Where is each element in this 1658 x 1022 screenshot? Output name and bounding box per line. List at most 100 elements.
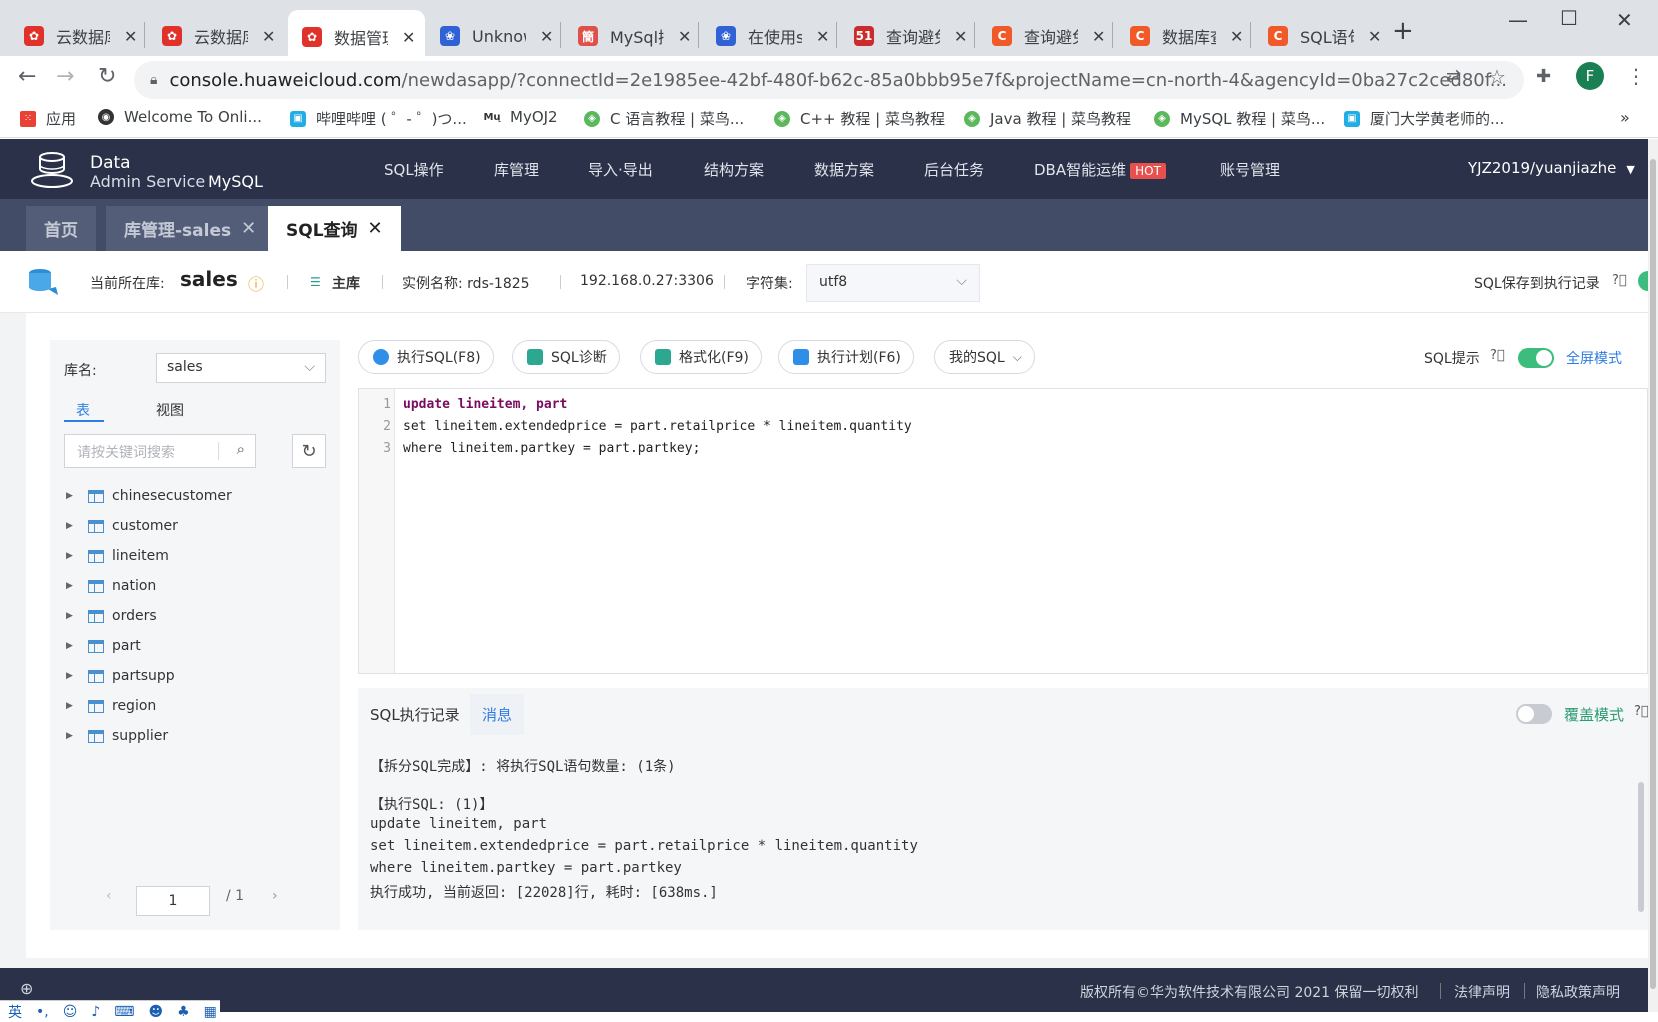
reload-icon[interactable]: ↻ [98, 64, 116, 89]
expand-arrow-icon[interactable]: ▶ [66, 701, 88, 711]
tab-sql-query[interactable]: SQL查询 ✕ [268, 206, 401, 251]
expand-arrow-icon[interactable]: ▶ [66, 521, 88, 531]
prev-page-icon[interactable]: ‹ [106, 888, 112, 904]
expand-arrow-icon[interactable]: ▶ [66, 551, 88, 561]
browser-tab[interactable]: ✿云数据库✕ [148, 16, 285, 56]
sql-hint-toggle[interactable] [1518, 348, 1554, 368]
browser-tab[interactable]: 51查询避免✕ [840, 16, 977, 56]
bookmark-item[interactable]: Mų MyOJ2 [483, 108, 557, 126]
ime-emoji-icon[interactable]: ☺ [63, 1004, 78, 1020]
more-menu-icon[interactable]: ⋮ [1626, 64, 1646, 88]
tab-tables[interactable]: 表 [76, 400, 90, 420]
refresh-button[interactable]: ↻ [292, 434, 326, 468]
browser-tab[interactable]: CSQL语句✕ [1254, 16, 1391, 56]
ime-mic-icon[interactable]: ♪ [91, 1004, 100, 1020]
translate-icon[interactable]: ⇄ [1446, 66, 1461, 87]
close-tab-icon[interactable]: ✕ [1230, 27, 1243, 46]
bookmark-item[interactable]: ◉ Welcome To Onli... [98, 108, 262, 126]
browser-tab[interactable]: ✿云数据库✕ [10, 16, 147, 56]
scrollbar-thumb[interactable] [1650, 159, 1656, 989]
nav-background-tasks[interactable]: 后台任务 [924, 159, 984, 180]
table-item[interactable]: ▶ chinesecustomer [66, 488, 232, 504]
explain-plan-button[interactable]: 执行计划(F6) [778, 340, 914, 374]
tab-messages[interactable]: 消息 [470, 694, 525, 735]
table-search-input[interactable]: 请按关键词搜索 ⌕ [64, 434, 256, 468]
address-bar[interactable]: 🔒︎ console.huaweicloud.com/newdasapp/?co… [134, 61, 1524, 99]
overwrite-mode-toggle[interactable] [1516, 704, 1552, 724]
browser-tab[interactable]: C查询避免✕ [978, 16, 1115, 56]
info-circle-icon[interactable]: ⓘ [248, 271, 264, 295]
close-tab-icon[interactable]: ✕ [1368, 27, 1381, 46]
run-sql-button[interactable]: 执行SQL(F8) [358, 340, 494, 374]
next-page-icon[interactable]: › [272, 888, 278, 904]
nav-data-plan[interactable]: 数据方案 [814, 159, 874, 180]
nav-sql-operations[interactable]: SQL操作 [384, 159, 444, 180]
table-item[interactable]: ▶ orders [66, 608, 157, 624]
bookmark-item[interactable]: ◈ C 语言教程 | 菜鸟... [584, 108, 744, 129]
forward-arrow-icon[interactable]: → [56, 64, 74, 89]
my-sql-dropdown[interactable]: 我的SQL ⌵ [934, 340, 1035, 374]
browser-tab[interactable]: C数据库查✕ [1116, 16, 1253, 56]
close-icon[interactable]: ✕ [241, 218, 256, 239]
help-icon[interactable]: ?⃝ [1490, 348, 1505, 363]
messages-scrollbar[interactable] [1638, 782, 1644, 912]
bookmark-item[interactable]: ▣ 厦门大学黄老师的... [1344, 108, 1504, 129]
expand-arrow-icon[interactable]: ▶ [66, 731, 88, 741]
tab-views[interactable]: 视图 [156, 400, 184, 420]
ime-user-icon[interactable]: ☻ [148, 1004, 163, 1020]
ime-punct-icon[interactable]: •, [36, 1004, 49, 1020]
nav-dba-ops[interactable]: DBA智能运维 HOT [1034, 159, 1166, 180]
sql-diagnose-button[interactable]: SQL诊断 [512, 340, 620, 374]
table-item[interactable]: ▶ nation [66, 578, 156, 594]
window-close-icon[interactable]: ✕ [1616, 8, 1633, 32]
ime-skin-icon[interactable]: ♣ [177, 1004, 190, 1020]
tab-home[interactable]: 首页 [26, 206, 96, 251]
format-button[interactable]: 格式化(F9) [640, 340, 762, 374]
close-tab-icon[interactable]: ✕ [678, 27, 691, 46]
profile-avatar[interactable]: F [1576, 62, 1604, 90]
table-item[interactable]: ▶ partsupp [66, 668, 175, 684]
page-number-input[interactable]: 1 [136, 886, 210, 916]
help-icon[interactable]: ?⃝ [1634, 704, 1649, 719]
tab-db-management-sales[interactable]: 库管理-sales ✕ [106, 206, 275, 251]
close-tab-icon[interactable]: ✕ [816, 27, 829, 46]
bookmark-item[interactable]: ◈ Java 教程 | 菜鸟教程 [964, 108, 1131, 129]
page-scrollbar[interactable] [1648, 139, 1658, 1012]
new-tab-plus-icon[interactable]: + [1392, 16, 1414, 46]
close-tab-icon[interactable]: ✕ [262, 27, 275, 46]
search-icon[interactable]: ⌕ [237, 440, 245, 458]
db-select[interactable]: sales ⌵ [156, 353, 326, 383]
nav-import-export[interactable]: 导入·导出 [588, 159, 653, 180]
close-tab-icon[interactable]: ✕ [954, 27, 967, 46]
database-switch-icon[interactable] [26, 267, 64, 299]
minimize-icon[interactable]: — [1508, 8, 1528, 32]
close-tab-icon[interactable]: ✕ [124, 27, 137, 46]
ime-grid-icon[interactable]: ▦ [204, 1004, 217, 1020]
ime-keyboard-icon[interactable]: ⌨ [114, 1004, 134, 1020]
close-icon[interactable]: ✕ [368, 218, 383, 239]
extensions-puzzle-icon[interactable]: ✚ [1536, 66, 1551, 87]
close-tab-icon[interactable]: ✕ [540, 27, 553, 46]
bookmark-item[interactable]: ◈ C++ 教程 | 菜鸟教程 [774, 108, 945, 129]
browser-tab[interactable]: ❀ 在使用s ✕ [702, 16, 839, 56]
nav-schema-plan[interactable]: 结构方案 [704, 159, 764, 180]
close-tab-icon[interactable]: ✕ [402, 28, 415, 47]
bookmark-item[interactable]: ▣ 哔哩哔哩 ( ゜- ゜)つ... [290, 108, 467, 129]
table-item[interactable]: ▶ customer [66, 518, 178, 534]
sql-editor[interactable]: 1 2 3 update lineitem, part set lineitem… [358, 388, 1648, 674]
nav-account-management[interactable]: 账号管理 [1220, 159, 1280, 180]
save-history-toggle[interactable] [1638, 271, 1648, 291]
globe-icon[interactable]: ⊕ [20, 979, 33, 998]
privacy-link[interactable]: 隐私政策声明 [1536, 982, 1620, 1002]
fullscreen-button[interactable]: 全屏模式 [1566, 348, 1622, 368]
expand-arrow-icon[interactable]: ▶ [66, 611, 88, 621]
expand-arrow-icon[interactable]: ▶ [66, 491, 88, 501]
browser-tab[interactable]: ❀Unknow✕ [426, 16, 563, 56]
browser-tab[interactable]: 簡MySql插✕ [564, 16, 701, 56]
maximize-icon[interactable]: ☐ [1560, 6, 1578, 30]
expand-arrow-icon[interactable]: ▶ [66, 581, 88, 591]
nav-db-management[interactable]: 库管理 [494, 159, 539, 180]
table-item[interactable]: ▶ part [66, 638, 141, 654]
bookmark-item[interactable]: ◈ MySQL 教程 | 菜鸟... [1154, 108, 1325, 129]
expand-arrow-icon[interactable]: ▶ [66, 641, 88, 651]
